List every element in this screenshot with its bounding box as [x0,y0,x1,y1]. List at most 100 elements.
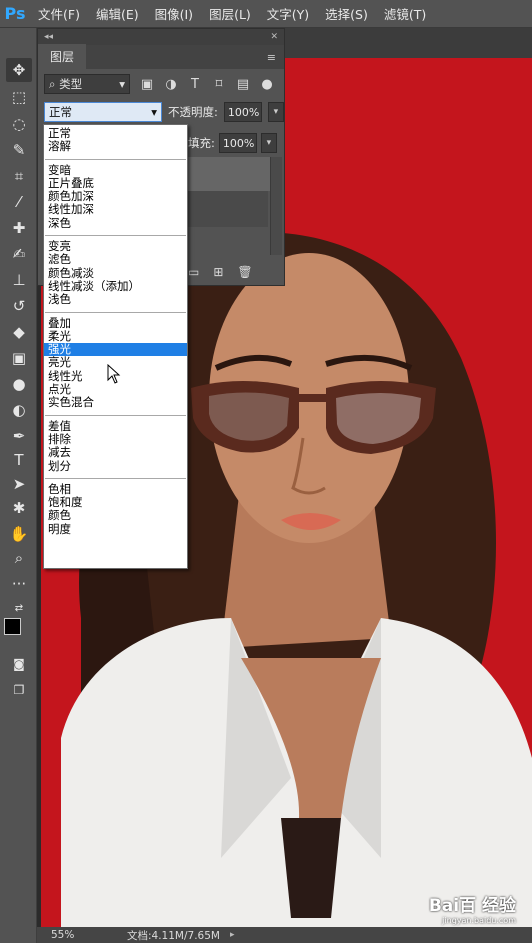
menu-separator [45,158,186,160]
menu-filter[interactable]: 滤镜(T) [376,4,434,23]
folder-icon[interactable]: ▭ [188,265,199,279]
blend-mode-option[interactable]: 实色混合 [44,396,187,410]
scrollbar[interactable] [270,157,282,255]
blend-mode-option[interactable]: 正片叠底 [44,176,187,190]
menu-separator [45,414,186,416]
healing-icon[interactable]: ✚ [6,216,32,240]
pen-icon[interactable]: ✒ [6,424,32,448]
eyedropper-icon[interactable]: ⁄ [6,190,32,214]
baidu-watermark: Bai百 经验 jingyan.baidu.com [429,891,516,925]
menu-separator [45,235,186,237]
search-icon: ⌕ [49,77,56,91]
blend-mode-option[interactable]: 饱和度 [44,495,187,509]
menu-file[interactable]: 文件(F) [30,4,88,23]
opacity-label: 不透明度: [168,105,218,119]
type-filter-icon[interactable]: T [188,77,202,92]
adjustment-filter-icon[interactable]: ◑ [164,77,178,92]
dodge-icon[interactable]: ◐ [6,398,32,422]
layer-filter-row: ⌕ 类型 ▾ ▣ ◑ T ⌑ ▤ ● [38,69,284,99]
panel-tabs: 图层 ≡ [38,44,284,69]
blend-mode-option[interactable]: 溶解 [44,139,187,153]
blend-mode-option[interactable]: 浅色 [44,292,187,306]
swap-colors-icon[interactable]: ⇄ [6,596,32,620]
history-brush-icon[interactable]: ↺ [6,294,32,318]
blend-mode-option[interactable]: 颜色减淡 [44,266,187,280]
blend-mode-option[interactable]: 深色 [44,216,187,230]
status-bar: 55% 文档:4.11M/7.65M ▸ [37,927,532,943]
blend-mode-option[interactable]: 正常 [44,126,187,140]
close-panel-icon[interactable]: ✕ [270,32,278,42]
blend-mode-option[interactable]: 颜色加深 [44,189,187,203]
menu-image[interactable]: 图像(I) [147,4,201,23]
blend-mode-option[interactable]: 排除 [44,432,187,446]
blend-mode-option[interactable]: 减去 [44,445,187,459]
layer-row[interactable] [188,157,270,191]
menu-edit[interactable]: 编辑(E) [88,4,147,23]
blend-mode-select[interactable]: 正常 ▾ [44,102,162,122]
blend-mode-option[interactable]: 点光 [44,382,187,396]
eraser-icon[interactable]: ◆ [6,320,32,344]
brush-icon[interactable]: ✍ [6,242,32,266]
shape-icon[interactable]: ✱ [6,496,32,520]
filter-label: 类型 [59,77,83,91]
fill-input[interactable]: 100% [218,133,257,153]
shape-filter-icon[interactable]: ⌑ [212,77,226,92]
fill-row: 填充: 100% ▾ [188,133,277,153]
blur-icon[interactable]: ● [6,372,32,396]
smart-object-filter-icon[interactable]: ▤ [236,77,250,92]
status-menu-icon[interactable]: ▸ [230,930,235,940]
marquee-icon[interactable]: ⬚ [6,85,32,109]
lasso-icon[interactable]: ◌ [6,112,32,136]
new-layer-icon[interactable]: ⊞ [213,265,223,279]
blend-mode-option[interactable]: 滤色 [44,253,187,267]
quick-mask-icon[interactable]: ◙ [6,652,32,676]
doc-size: 文档:4.11M/7.65M [127,929,220,942]
gradient-icon[interactable]: ▣ [6,346,32,370]
blend-mode-option[interactable]: 强光 [44,342,187,357]
trash-icon[interactable]: 🗑 [237,265,252,279]
path-select-icon[interactable]: ➤ [6,472,32,496]
menu-layer[interactable]: 图层(L) [201,4,259,23]
blend-mode-option[interactable]: 差值 [44,419,187,433]
panel-menu-icon[interactable]: ≡ [267,51,276,64]
blend-mode-option[interactable]: 线性加深 [44,203,187,217]
tools-panel: ✥ ⬚ ◌ ✎ ⌗ ⁄ ✚ ✍ ⊥ ↺ ◆ ▣ ● ◐ ✒ T ➤ ✱ ✋ ⌕ … [0,28,37,943]
blend-mode-group: 正常 溶解 [44,125,187,157]
filter-toggle-icon[interactable]: ● [260,77,274,92]
mouse-cursor-icon [107,364,121,384]
opacity-input[interactable]: 100% [223,102,262,122]
blend-mode-option[interactable]: 明度 [44,522,187,536]
menu-select[interactable]: 选择(S) [317,4,376,23]
blend-mode-value: 正常 [49,105,72,119]
photoshop-logo: Ps [4,4,26,23]
blend-mode-option[interactable]: 柔光 [44,329,187,343]
quick-select-icon[interactable]: ✎ [6,138,32,162]
screen-mode-icon[interactable]: ❐ [6,678,32,702]
chevron-down-icon: ▾ [119,77,125,91]
opacity-slider-toggle[interactable]: ▾ [267,102,284,122]
blend-mode-option[interactable]: 变亮 [44,239,187,253]
layer-filter-select[interactable]: ⌕ 类型 ▾ [44,74,130,94]
blend-mode-option[interactable]: 划分 [44,459,187,473]
hand-icon[interactable]: ✋ [6,522,32,546]
crop-icon[interactable]: ⌗ [6,164,32,188]
type-icon[interactable]: T [6,448,32,472]
fill-slider-toggle[interactable]: ▾ [260,133,277,153]
blend-mode-option[interactable]: 变暗 [44,163,187,177]
move-icon[interactable]: ✥ [6,58,32,82]
more-icon[interactable]: ··· [6,572,32,596]
zoom-level[interactable]: 55% [37,929,81,941]
menu-separator [45,477,186,479]
zoom-icon[interactable]: ⌕ [6,546,32,570]
blend-mode-option[interactable]: 颜色 [44,509,187,523]
blend-mode-group: 色相 饱和度 颜色 明度 [44,481,187,539]
menu-type[interactable]: 文字(Y) [259,4,317,23]
collapse-icon[interactable]: ◂◂ [44,32,53,42]
tab-layers[interactable]: 图层 [38,44,87,69]
pixel-filter-icon[interactable]: ▣ [140,77,154,92]
blend-mode-option[interactable]: 线性减淡（添加） [44,279,187,293]
stamp-icon[interactable]: ⊥ [6,268,32,292]
blend-mode-option[interactable]: 叠加 [44,316,187,330]
foreground-color[interactable] [4,618,21,635]
blend-mode-option[interactable]: 色相 [44,482,187,496]
